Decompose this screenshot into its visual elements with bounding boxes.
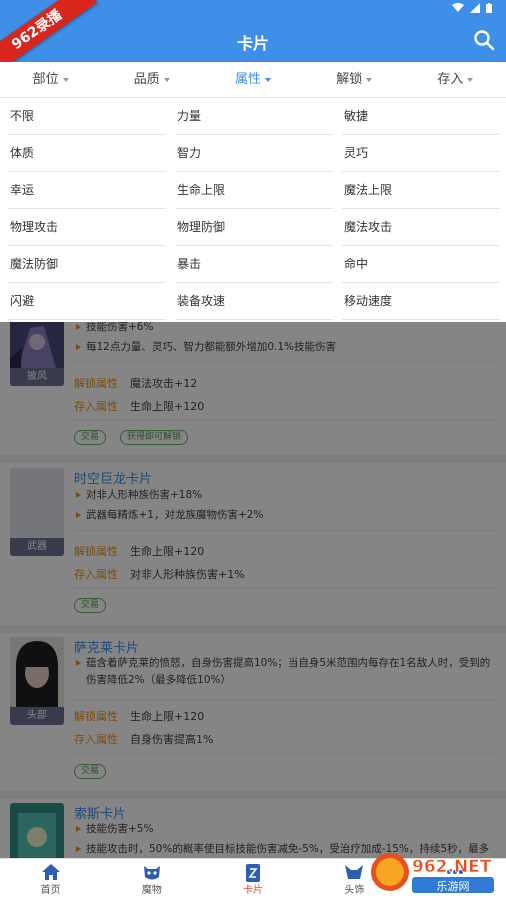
caret-down-icon [366, 77, 373, 82]
option-physical-defense[interactable]: 物理防御 [175, 209, 333, 246]
option-strength[interactable]: 力量 [175, 98, 333, 135]
svg-text:962.NET: 962.NET [412, 857, 492, 877]
caret-down-icon [265, 77, 272, 82]
option-move-speed[interactable]: 移动速度 [342, 283, 500, 320]
option-luck[interactable]: 幸运 [8, 172, 166, 209]
tab-unlock[interactable]: 解锁 [304, 62, 405, 97]
option-max-mp[interactable]: 魔法上限 [342, 172, 500, 209]
attribute-dropdown: 不限 力量 敏捷 体质 智力 灵巧 幸运 生命上限 魔法上限 物理攻击 物理防御… [0, 98, 506, 322]
caret-down-icon [163, 77, 170, 82]
option-dexterity[interactable]: 灵巧 [342, 135, 500, 172]
tab-label: 解锁 [336, 72, 363, 87]
nav-card[interactable]: 卡片 [202, 859, 303, 900]
svg-text:乐游网: 乐游网 [437, 880, 470, 893]
tab-quality[interactable]: 品质 [101, 62, 202, 97]
monster-icon [143, 866, 160, 880]
status-bar [452, 3, 492, 13]
option-hit[interactable]: 命中 [342, 246, 500, 283]
card-icon [246, 864, 260, 882]
filter-bar: 部位 品质 属性 解锁 存入 [0, 62, 506, 98]
option-physical-attack[interactable]: 物理攻击 [8, 209, 166, 246]
caret-down-icon [62, 77, 69, 82]
option-vitality[interactable]: 体质 [8, 135, 166, 172]
tab-deposit[interactable]: 存入 [405, 62, 506, 97]
option-any[interactable]: 不限 [8, 98, 166, 135]
tab-label: 存入 [437, 72, 464, 87]
tab-label: 品质 [133, 72, 160, 87]
caret-down-icon [467, 77, 474, 82]
tab-attribute[interactable]: 属性 [202, 62, 303, 97]
option-magic-attack[interactable]: 魔法攻击 [342, 209, 500, 246]
battery-icon [486, 3, 492, 13]
signal-icon [470, 3, 480, 13]
option-agility[interactable]: 敏捷 [342, 98, 500, 135]
tab-label: 属性 [235, 72, 262, 87]
tab-slot[interactable]: 部位 [0, 62, 101, 97]
option-attack-speed[interactable]: 装备攻速 [175, 283, 333, 320]
nav-home[interactable]: 首页 [0, 859, 101, 900]
headwear-icon [345, 865, 364, 879]
tab-label: 部位 [32, 72, 59, 87]
option-dodge[interactable]: 闪避 [8, 283, 166, 320]
nav-monster[interactable]: 魔物 [101, 859, 202, 900]
option-critical[interactable]: 暴击 [175, 246, 333, 283]
search-icon[interactable] [472, 28, 496, 52]
option-max-hp[interactable]: 生命上限 [175, 172, 333, 209]
watermark-logo: 962.NET 乐游网 [371, 853, 494, 893]
home-icon [41, 864, 60, 880]
wifi-icon [452, 3, 464, 12]
page-title: 卡片 [236, 34, 269, 53]
option-magic-defense[interactable]: 魔法防御 [8, 246, 166, 283]
option-intelligence[interactable]: 智力 [175, 135, 333, 172]
